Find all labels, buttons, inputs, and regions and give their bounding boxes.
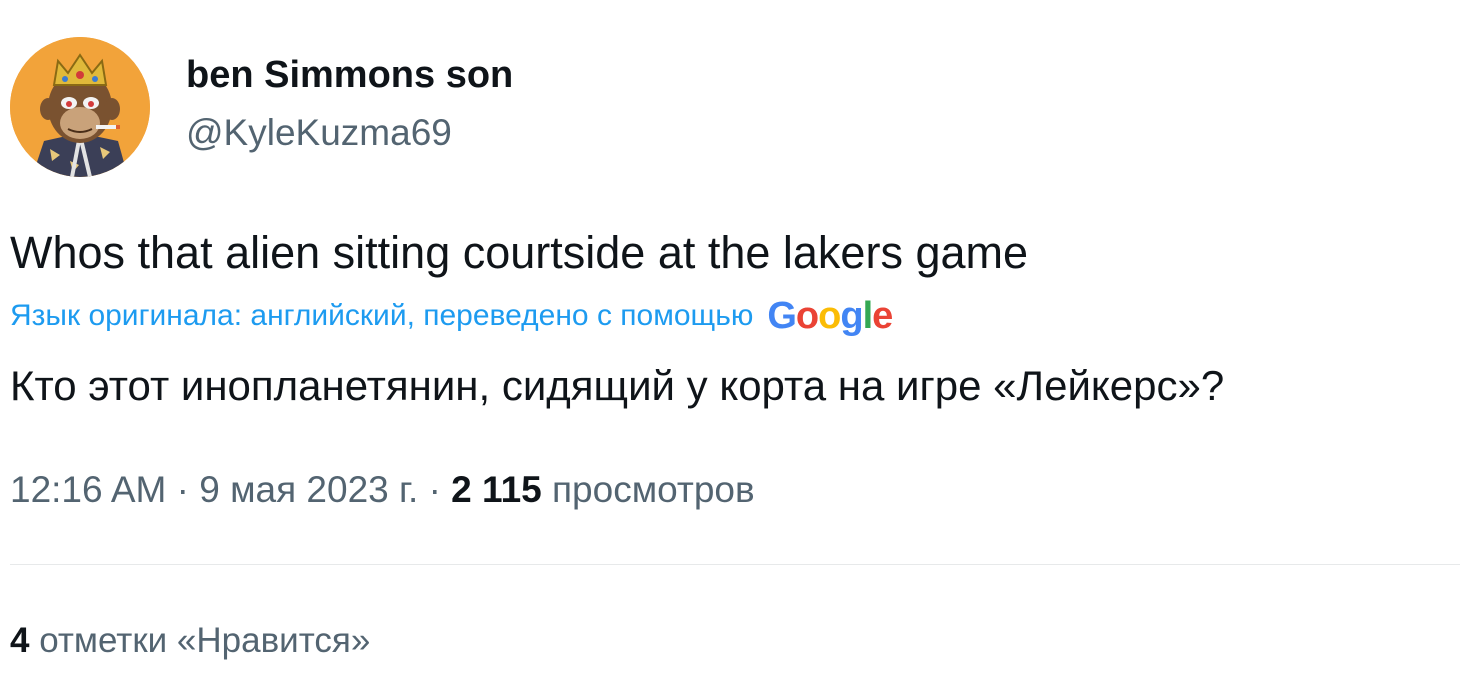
tweet-meta: 12:16 AM · 9 мая 2023 г. · 2 115 просмот… (10, 463, 755, 517)
author-handle[interactable]: @KyleKuzma69 (186, 110, 452, 156)
tweet-card: ben Simmons son @KyleKuzma69 Whos that a… (0, 0, 1460, 693)
likes-link[interactable]: 4 отметки «Нравится» (10, 617, 370, 665)
meta-separator: · (428, 469, 441, 510)
translated-text: Кто этот инопланетянин, сидящий у корта … (10, 362, 1225, 409)
author-display-name[interactable]: ben Simmons son (186, 52, 513, 98)
meta-separator: · (176, 469, 189, 510)
divider (10, 564, 1460, 565)
tweet-time: 12:16 AM (10, 469, 167, 510)
avatar[interactable] (10, 37, 150, 177)
translation-note-link[interactable]: Язык оригинала: английский, переведено с… (10, 299, 753, 333)
views-label: просмотров (552, 469, 755, 510)
tweet-text: Whos that alien sitting courtside at the… (10, 227, 1029, 278)
timestamp-link[interactable]: 12:16 AM · 9 мая 2023 г. (10, 469, 418, 510)
translation-attribution: Язык оригинала: английский, переведено с… (10, 291, 893, 341)
ape-avatar-icon (10, 37, 150, 177)
likes-count: 4 (10, 621, 30, 660)
tweet-date: 9 мая 2023 г. (199, 469, 419, 510)
views-count: 2 115 (451, 469, 542, 510)
google-logo: Google (767, 295, 893, 337)
likes-label: отметки «Нравится» (39, 621, 371, 660)
